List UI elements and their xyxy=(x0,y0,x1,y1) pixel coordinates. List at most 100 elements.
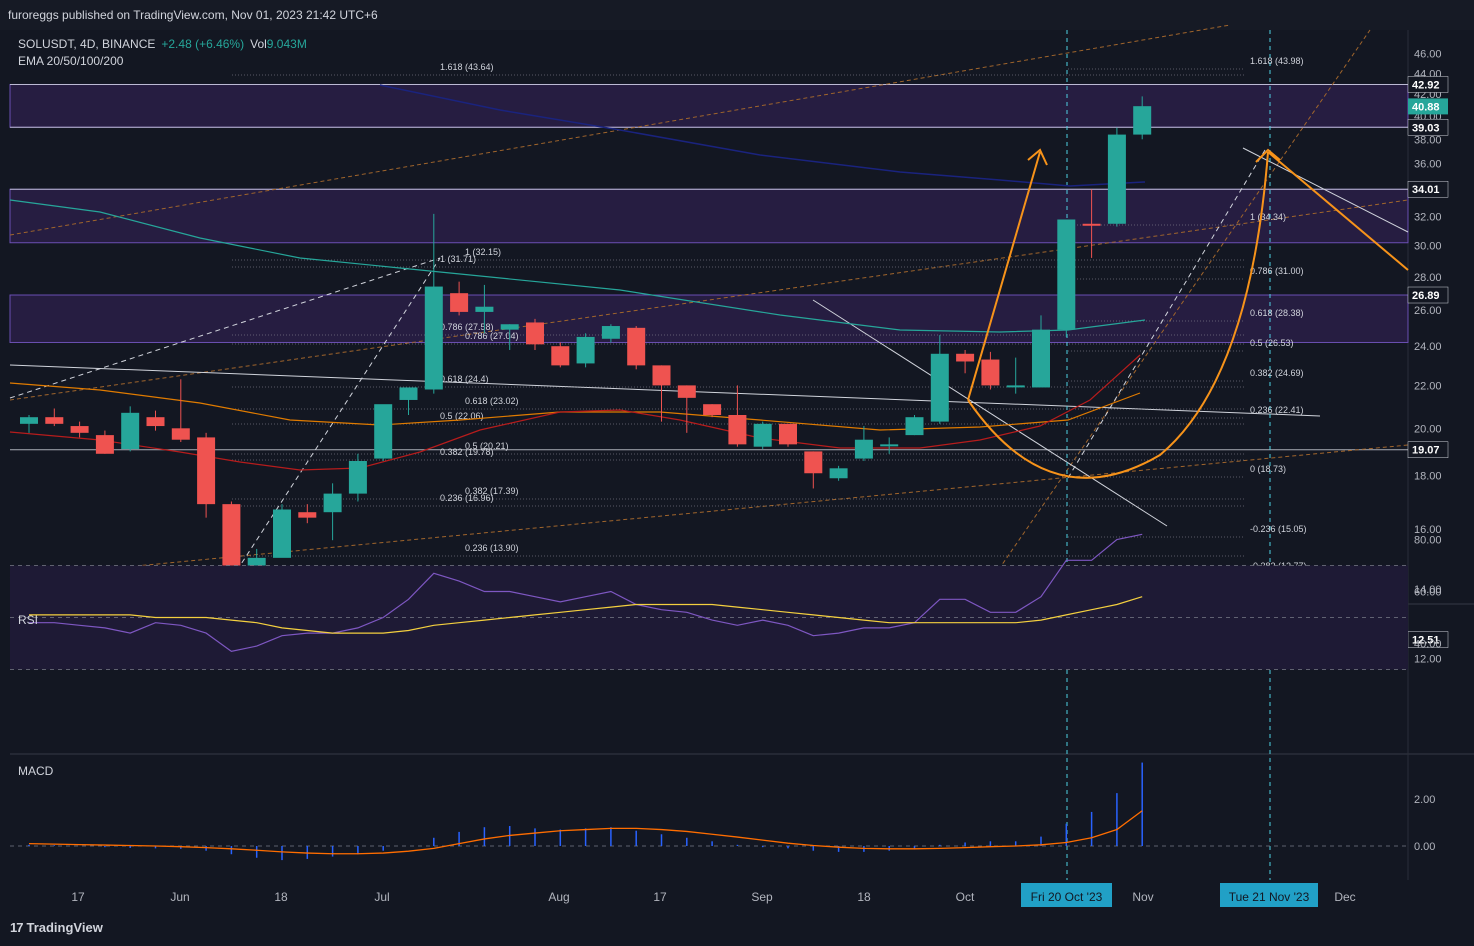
rsi-tick-label: 80.00 xyxy=(1414,535,1442,547)
candle-body xyxy=(930,353,949,422)
candle-body xyxy=(222,504,241,571)
price-tick-label: 26.00 xyxy=(1414,305,1442,317)
rsi-tick-label: 40.00 xyxy=(1414,639,1442,651)
price-tick-label: 32.00 xyxy=(1414,212,1442,224)
price-tick-label: 24.00 xyxy=(1414,341,1442,353)
fib-level-label: 1.618 (43.64) xyxy=(440,62,494,72)
candle-body xyxy=(399,387,418,400)
candle-body xyxy=(70,426,89,433)
time-tick-label: 17 xyxy=(653,890,667,904)
volume-value: 9.043M xyxy=(266,37,307,51)
price-badge-label: 26.89 xyxy=(1412,290,1440,302)
candle-body xyxy=(551,346,570,366)
candle-body xyxy=(526,322,544,345)
time-tick-label: Oct xyxy=(956,890,975,904)
price-tick-label: 22.00 xyxy=(1414,380,1442,392)
candle-body xyxy=(779,423,797,445)
time-tick-label: 17 xyxy=(71,890,85,904)
fib-level-label: 1 (34.34) xyxy=(1250,212,1286,222)
candle-body xyxy=(424,286,443,390)
candle-body xyxy=(475,306,494,312)
candle-body xyxy=(298,512,317,518)
macd-tick-label: 2.00 xyxy=(1414,794,1435,806)
candle-body xyxy=(728,414,747,445)
tradingview-logo[interactable]: 17 TradingView xyxy=(10,920,103,935)
fib-level-label: 0.236 (22.41) xyxy=(1250,405,1304,415)
support-resistance-zone xyxy=(9,83,1409,128)
symbol-label[interactable]: SOLUSDT, 4D, BINANCE xyxy=(18,37,155,51)
candle-body xyxy=(171,428,190,440)
time-tick-label: 18 xyxy=(857,890,871,904)
candle-body xyxy=(95,435,114,454)
fib-level-label: 0.382 (19.78) xyxy=(440,447,494,457)
candle-body xyxy=(981,359,1000,386)
candle-body xyxy=(601,326,620,339)
candle-body xyxy=(880,444,899,447)
fib-level-label: 0.5 (26.53) xyxy=(1250,338,1294,348)
candle-body xyxy=(323,493,342,513)
chart-canvas[interactable]: 1.618 (43.64)1 (32.15)1 (31.71)0.786 (27… xyxy=(0,0,1474,946)
candle-body xyxy=(374,404,393,459)
candle-body xyxy=(753,423,772,447)
tradingview-logo-text: TradingView xyxy=(26,920,103,935)
candle-body xyxy=(703,404,722,415)
volume-label: Vol xyxy=(250,37,267,51)
rsi-label[interactable]: RSI xyxy=(18,613,38,627)
fib-level-label: 0.382 (24.69) xyxy=(1250,368,1304,378)
fib-level-label: 0.786 (27.04) xyxy=(465,331,519,341)
candle-body xyxy=(905,417,924,436)
price-tick-label: 38.00 xyxy=(1414,134,1442,146)
time-tick-label: Sep xyxy=(751,890,773,904)
price-badge-label: 39.03 xyxy=(1412,122,1440,134)
candle-body xyxy=(956,353,975,362)
candle-body xyxy=(1057,219,1076,330)
price-tick-label: 36.00 xyxy=(1414,159,1442,171)
time-tick-label: 18 xyxy=(274,890,288,904)
price-tick-label: 18.00 xyxy=(1414,471,1442,483)
candle-body xyxy=(576,336,595,364)
time-tick-label: Nov xyxy=(1132,890,1153,904)
fib-level-label: -0.236 (15.05) xyxy=(1250,524,1307,534)
candle-body xyxy=(1006,385,1025,388)
candle-body xyxy=(854,439,873,459)
price-badge-label: 40.88 xyxy=(1412,101,1440,113)
fib-level-label: 0.786 (31.00) xyxy=(1250,266,1304,276)
candle-body xyxy=(1082,223,1101,226)
candle-body xyxy=(1032,329,1050,388)
fib-level-label: 0.618 (24.4) xyxy=(440,374,489,384)
candle-body xyxy=(197,437,216,505)
ema-label[interactable]: EMA 20/50/100/200 xyxy=(18,53,307,70)
time-tick-label: Jul xyxy=(374,890,389,904)
chart-legend: SOLUSDT, 4D, BINANCE +2.48 (+6.46%) Vol9.0… xyxy=(18,36,307,70)
rsi-tick-label: 60.00 xyxy=(1414,587,1442,599)
candle-body xyxy=(348,460,367,494)
tradingview-logo-icon: 17 xyxy=(10,920,24,935)
price-tick-label: 28.00 xyxy=(1414,272,1442,284)
fib-level-label: 0.236 (13.90) xyxy=(465,543,519,553)
candle-body xyxy=(45,417,64,424)
candle-body xyxy=(829,468,848,479)
candle-body xyxy=(677,385,696,398)
channel-line xyxy=(9,444,1409,579)
candle-body xyxy=(20,417,38,424)
fib-level-label: 0.618 (23.02) xyxy=(465,396,519,406)
candle-body xyxy=(804,451,823,474)
macd-label[interactable]: MACD xyxy=(18,764,53,778)
price-tick-label: 12.00 xyxy=(1414,653,1442,665)
fib-level-label: 1 (31.71) xyxy=(440,254,476,264)
fib-level-label: 0.618 (28.38) xyxy=(1250,308,1304,318)
time-tick-label: Jun xyxy=(170,890,189,904)
fib-level-label: 0.236 (16.96) xyxy=(440,493,494,503)
candle-body xyxy=(146,417,165,427)
macd-tick-label: 0.00 xyxy=(1414,841,1435,853)
time-badge-label: Tue 21 Nov '23 xyxy=(1229,890,1310,904)
candle-body xyxy=(627,327,646,366)
price-tick-label: 20.00 xyxy=(1414,423,1442,435)
candle-body xyxy=(450,293,469,312)
price-change: +2.48 (+6.46%) xyxy=(161,37,245,51)
candle-body xyxy=(1107,134,1126,224)
candle-body xyxy=(1133,106,1152,135)
candle-body xyxy=(500,324,519,330)
price-tick-label: 30.00 xyxy=(1414,241,1442,253)
price-badge-label: 19.07 xyxy=(1412,445,1440,457)
